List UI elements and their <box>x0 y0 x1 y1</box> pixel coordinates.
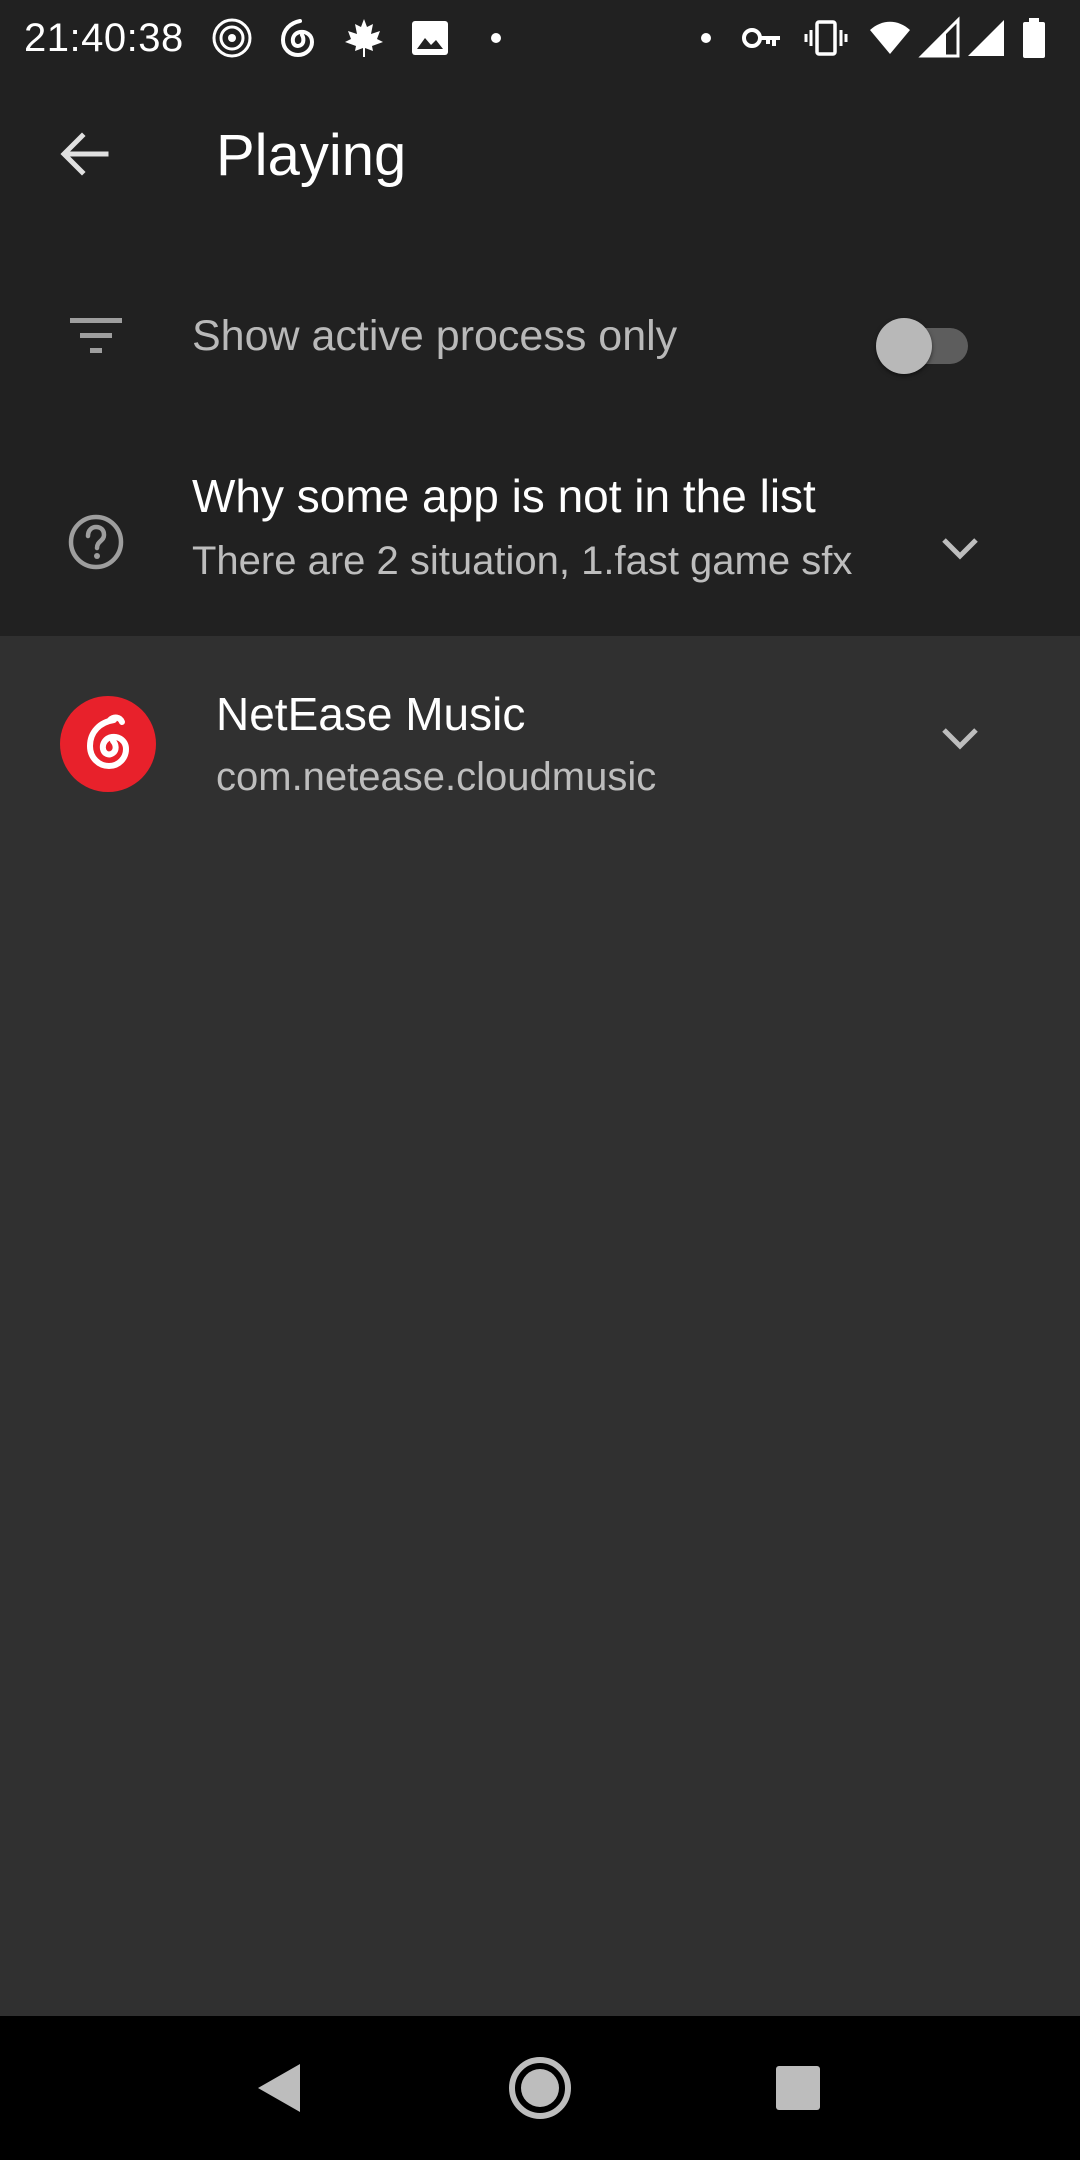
back-button[interactable] <box>44 114 124 194</box>
page-title: Playing <box>216 123 407 188</box>
filter-label: Show active process only <box>192 312 678 360</box>
vpn-key-icon <box>742 28 780 48</box>
maple-leaf-icon <box>345 19 383 57</box>
netease-music-icon <box>60 696 156 792</box>
app-name: NetEase Music <box>216 688 526 740</box>
settings-block: Show active process only Why some app is… <box>0 236 1080 636</box>
navigation-bar <box>0 2016 1080 2160</box>
notification-dot-icon <box>491 33 501 43</box>
help-title: Why some app is not in the list <box>192 470 816 522</box>
vibrate-icon <box>804 20 848 56</box>
active-process-toggle[interactable] <box>876 312 976 374</box>
app-package: com.netease.cloudmusic <box>216 755 657 799</box>
active-process-filter-row[interactable]: Show active process only <box>0 236 1080 436</box>
signal-icon <box>968 20 1004 56</box>
wifi-icon <box>870 21 910 54</box>
chevron-down-icon[interactable] <box>930 708 990 768</box>
toggle-thumb <box>876 318 932 374</box>
nav-recents-icon[interactable] <box>756 2046 840 2130</box>
chevron-down-icon[interactable] <box>930 518 990 578</box>
vinyl-record-icon <box>212 18 252 58</box>
list-item[interactable]: NetEase Music com.netease.cloudmusic <box>0 636 1080 848</box>
status-bar: 21:40:38 <box>0 0 1080 76</box>
netease-music-icon <box>280 19 315 58</box>
nav-back-icon[interactable] <box>238 2046 322 2130</box>
battery-icon <box>1023 18 1045 58</box>
image-icon <box>412 21 448 55</box>
filter-list-icon <box>70 318 122 353</box>
help-circle-icon <box>68 514 124 570</box>
app-bar: Playing <box>0 76 1080 236</box>
signal-icon <box>918 16 960 58</box>
notification-dot-icon <box>701 33 711 43</box>
help-subtitle: There are 2 situation, 1.fast game sfx <box>192 539 853 583</box>
status-time: 21:40:38 <box>24 16 184 60</box>
help-row[interactable]: Why some app is not in the list There ar… <box>0 436 1080 636</box>
screen: 21:40:38 Playing Show active process onl… <box>0 0 1080 2160</box>
nav-home-icon[interactable] <box>498 2046 582 2130</box>
